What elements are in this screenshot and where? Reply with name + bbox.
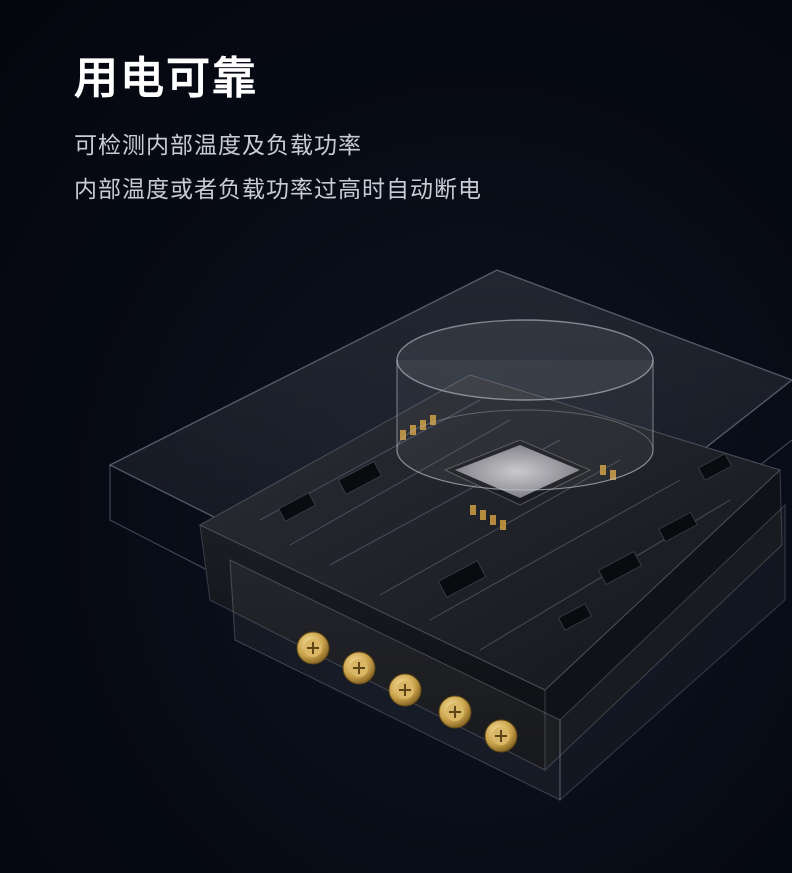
circuit-board-module-icon — [108, 269, 792, 802]
description-line-1: 可检测内部温度及负载功率 — [74, 133, 362, 159]
headline: 用电可靠 — [74, 53, 258, 104]
description-line-2: 内部温度或者负载功率过高时自动断电 — [74, 177, 482, 203]
